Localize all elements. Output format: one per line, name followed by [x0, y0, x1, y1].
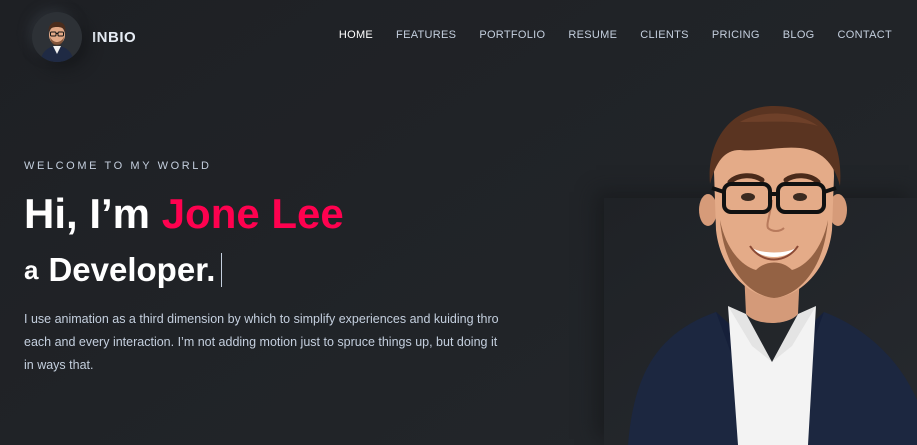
hero-role-line: a Developer. — [24, 250, 544, 290]
site-header: INBIO HOME FEATURES PORTFOLIO RESUME CLI… — [0, 0, 917, 74]
nav-clients[interactable]: CLIENTS — [640, 29, 689, 41]
hero-kicker: WELCOME TO MY WORLD — [24, 160, 212, 172]
nav-contact[interactable]: CONTACT — [838, 29, 892, 41]
person-avatar-icon — [32, 12, 82, 62]
brand-name[interactable]: INBIO — [92, 29, 136, 46]
person-portrait-icon — [628, 106, 917, 445]
nav-portfolio[interactable]: PORTFOLIO — [479, 29, 545, 41]
main-nav: HOME FEATURES PORTFOLIO RESUME CLIENTS P… — [339, 29, 892, 41]
hero-greeting: Hi, I’m — [24, 190, 162, 237]
brand[interactable]: INBIO — [32, 12, 136, 62]
hero-description: I use animation as a third dimension by … — [24, 312, 499, 372]
hero-role-prefix: a — [24, 255, 39, 285]
hero-name: Jone Lee — [161, 190, 344, 237]
hero-section: WELCOME TO MY WORLD Hi, I’m Jone Lee a D… — [24, 160, 544, 377]
nav-resume[interactable]: RESUME — [568, 29, 617, 41]
avatar[interactable] — [32, 12, 82, 62]
page: INBIO HOME FEATURES PORTFOLIO RESUME CLI… — [0, 0, 917, 445]
hero-role: Developer. — [48, 251, 216, 288]
hero-headline: Hi, I’m Jone Lee — [24, 190, 544, 238]
nav-home[interactable]: HOME — [339, 29, 373, 41]
typing-cursor — [221, 253, 223, 287]
hero-portrait — [620, 100, 917, 445]
nav-blog[interactable]: BLOG — [783, 29, 815, 41]
nav-pricing[interactable]: PRICING — [712, 29, 760, 41]
nav-features[interactable]: FEATURES — [396, 29, 456, 41]
